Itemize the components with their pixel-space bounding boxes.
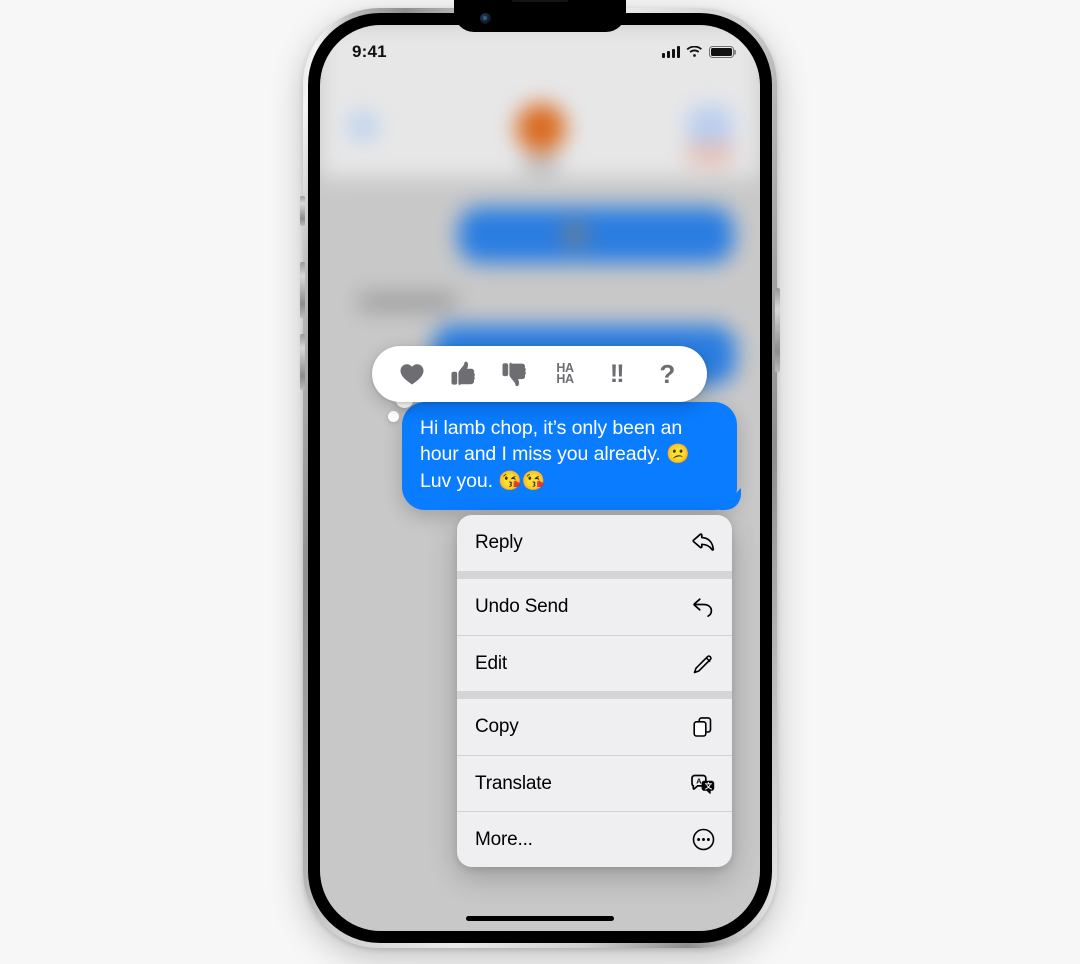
read-receipt [564,225,586,245]
exclamation-icon[interactable]: !! [594,352,638,396]
status-bar-time: 9:41 [352,42,387,61]
mute-switch-button[interactable] [300,196,305,226]
context-menu-item-copy[interactable]: Copy [457,699,732,755]
battery-icon [709,45,734,59]
context-menu-group: Reply [457,515,732,571]
message-bubble[interactable] [458,207,734,263]
outgoing-message-bubble[interactable]: Hi lamb chop, it’s only been an hour and… [402,402,737,510]
tapback-reaction-bar[interactable]: HA HA !! ? [372,346,707,402]
context-menu-item-label: Translate [475,772,552,794]
side-power-button[interactable] [775,288,780,372]
message-context-menu[interactable]: Reply Undo Send Edit Copy Translate A 文 … [457,515,732,867]
undo-arrow-icon [690,594,716,620]
context-menu-item-label: Copy [475,716,519,737]
kissing-face-emoji: 😘😘 [498,471,546,492]
context-menu-item-edit[interactable]: Edit [457,635,732,691]
front-camera-icon [480,13,491,24]
pencil-icon [690,651,716,677]
message-line-3-text: Luv you. [420,470,499,492]
context-menu-group: Undo Send Edit [457,571,732,691]
question-glyph: ? [659,359,676,389]
contact-avatar[interactable] [516,103,566,153]
svg-text:文: 文 [705,781,713,790]
haha-icon[interactable]: HA HA [543,352,587,396]
reply-arrow-icon [690,530,716,556]
message-line-1: Hi lamb chop, it’s only been an [420,417,683,439]
wifi-icon [686,45,702,57]
back-chevron-icon[interactable] [350,113,376,139]
frowning-face-emoji: 😕 [666,444,690,465]
translate-bubbles-icon: A 文 [690,771,716,797]
message-timestamp [358,293,456,311]
context-menu-item-label: Edit [475,652,507,674]
nav-accessory [686,143,734,165]
display-notch [454,0,626,32]
thumbs-up-icon[interactable] [441,352,485,396]
svg-text:A: A [696,776,702,785]
thumbs-down-icon[interactable] [492,352,536,396]
context-menu-item-more[interactable]: More... [457,811,732,867]
context-menu-item-label: Undo Send [475,596,569,617]
context-menu-item-translate[interactable]: Translate A 文 [457,755,732,811]
copy-documents-icon [690,714,716,740]
focused-message: Hi lamb chop, it’s only been an hour and… [402,402,737,510]
ellipsis-circle-icon [690,827,716,853]
context-menu-item-reply[interactable]: Reply [457,515,732,571]
question-mark-icon[interactable]: ? [645,352,689,396]
context-menu-item-undo-send[interactable]: Undo Send [457,579,732,635]
volume-up-button[interactable] [300,262,305,318]
heart-icon[interactable] [390,352,434,396]
contact-name-label [524,158,558,170]
context-menu-item-label: Reply [475,532,523,553]
tapback-tail-small [388,411,399,422]
volume-down-button[interactable] [300,334,305,390]
message-line-2-text: hour and I miss you already. [420,443,667,465]
home-indicator[interactable] [466,915,614,921]
haha-line-2: HA [556,372,574,386]
status-bar-indicators [662,45,734,59]
earpiece-speaker [511,0,569,2]
context-menu-group: Copy Translate A 文 More... [457,691,732,867]
context-menu-item-label: More... [475,828,533,850]
phone-screen: 9:41 HA HA !! ? Hi lamb chop, it’s only … [320,25,760,931]
exclamation-glyph: !! [609,359,625,388]
signal-bars-icon [662,46,680,58]
screenshot-stage: 9:41 HA HA !! ? Hi lamb chop, it’s only … [0,0,1080,964]
